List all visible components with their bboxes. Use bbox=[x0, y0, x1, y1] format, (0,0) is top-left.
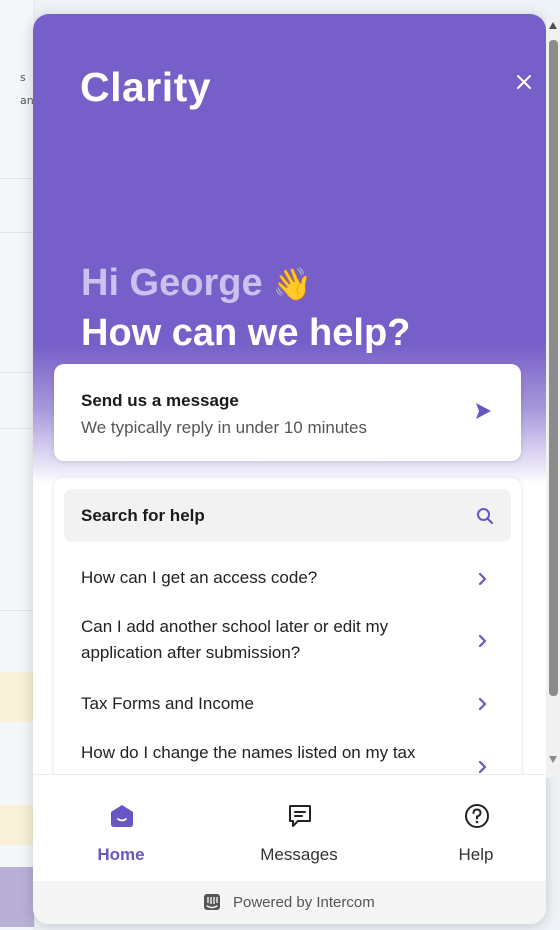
nav-tab-home[interactable]: Home bbox=[61, 775, 181, 882]
home-icon bbox=[111, 805, 133, 827]
help-article-link[interactable]: Tax Forms and Income bbox=[54, 684, 521, 724]
messages-icon bbox=[289, 805, 311, 827]
send-message-card[interactable]: Send us a message We typically reply in … bbox=[54, 364, 521, 461]
divider bbox=[0, 372, 34, 373]
headline: How can we help? bbox=[81, 312, 411, 354]
bottom-navigation: Home Messages Help bbox=[33, 774, 546, 882]
send-icon bbox=[476, 403, 491, 419]
messenger-widget: Clarity Hi George 👋 How can we help? Send… bbox=[33, 14, 546, 924]
search-help-input[interactable]: Search for help bbox=[64, 489, 511, 542]
close-button[interactable] bbox=[511, 69, 537, 95]
background-highlight-row bbox=[0, 805, 34, 845]
scroll-down-arrow[interactable] bbox=[549, 756, 557, 763]
help-article-title: How do I change the names listed on my t… bbox=[81, 743, 416, 762]
intercom-logo-icon bbox=[204, 894, 220, 910]
brand-logo: Clarity bbox=[80, 64, 212, 110]
background-text-fragment: s bbox=[20, 71, 26, 84]
background-page: s an bbox=[0, 0, 35, 930]
chevron-right-icon bbox=[478, 634, 487, 648]
nav-tab-help[interactable]: Help bbox=[416, 775, 536, 882]
help-card: Search for help How can I get an access … bbox=[54, 478, 521, 798]
divider bbox=[0, 428, 34, 429]
divider bbox=[0, 178, 34, 179]
help-icon bbox=[465, 804, 489, 828]
send-message-title: Send us a message bbox=[81, 391, 239, 410]
nav-label-home: Home bbox=[97, 845, 145, 864]
nav-label-messages: Messages bbox=[260, 845, 338, 864]
help-article-title: Can I add another school later or edit m… bbox=[81, 617, 389, 662]
divider bbox=[0, 610, 34, 611]
background-highlight-row bbox=[0, 867, 34, 927]
help-article-link[interactable]: How can I get an access code? bbox=[54, 558, 521, 598]
nav-tab-messages[interactable]: Messages bbox=[239, 775, 359, 882]
help-article-link[interactable]: Can I add another school later or edit m… bbox=[54, 604, 521, 670]
send-message-subtitle: We typically reply in under 10 minutes bbox=[81, 418, 367, 437]
scrollbar-thumb[interactable] bbox=[549, 40, 558, 696]
help-article-title: How can I get an access code? bbox=[81, 568, 318, 587]
waving-hand-icon: 👋 bbox=[272, 266, 313, 302]
background-highlight-row bbox=[0, 672, 34, 722]
divider bbox=[0, 232, 34, 233]
powered-by-text: Powered by Intercom bbox=[233, 894, 375, 911]
search-label: Search for help bbox=[81, 506, 205, 525]
background-text-fragment: an bbox=[20, 94, 34, 107]
search-icon bbox=[477, 508, 494, 525]
powered-by-footer: Powered by Intercom bbox=[33, 881, 546, 924]
close-icon bbox=[517, 75, 531, 89]
greeting-text: Hi George bbox=[81, 262, 263, 304]
help-article-title: Tax Forms and Income bbox=[81, 694, 254, 713]
chevron-right-icon bbox=[478, 572, 487, 586]
nav-label-help: Help bbox=[458, 845, 494, 864]
greeting: Hi George 👋 bbox=[81, 262, 312, 305]
scroll-up-arrow[interactable] bbox=[549, 22, 557, 29]
chevron-right-icon bbox=[478, 697, 487, 711]
chevron-right-icon bbox=[478, 760, 487, 774]
